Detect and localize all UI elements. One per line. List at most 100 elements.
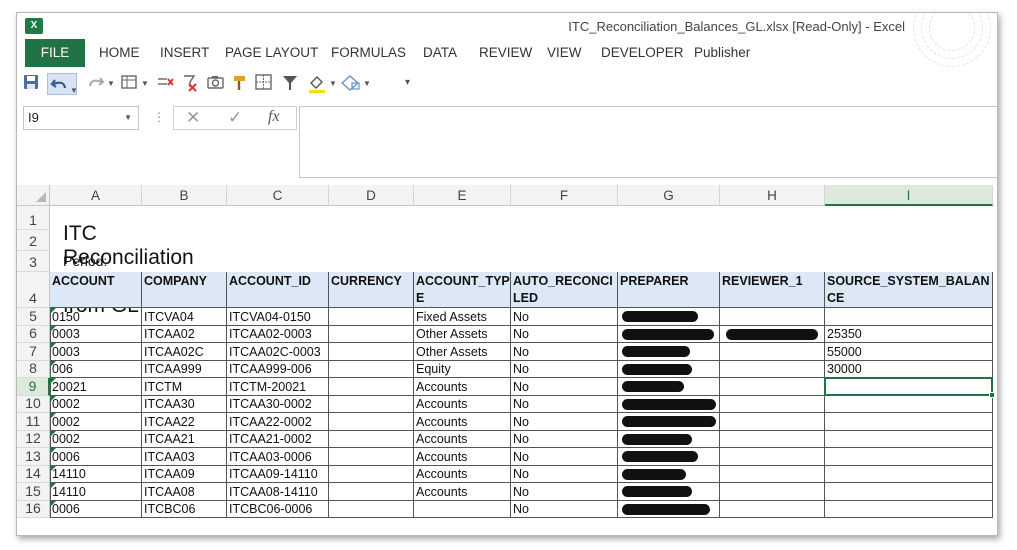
cell-company[interactable]: ITCVA04: [142, 308, 227, 326]
cell-account-id[interactable]: ITCAA22-0002: [227, 413, 329, 431]
shapes-dropdown-icon[interactable]: ▼: [363, 79, 371, 88]
cell-source-system-balance[interactable]: 30000: [825, 361, 993, 378]
row-header-3[interactable]: 3: [17, 251, 50, 272]
row-header-10[interactable]: 10: [17, 395, 50, 413]
cell-auto-reconciled[interactable]: No: [511, 431, 618, 448]
cell-account-type[interactable]: Accounts: [414, 413, 511, 431]
header-cell-preparer[interactable]: PREPARER: [618, 272, 720, 308]
cancel-icon[interactable]: ✕: [186, 108, 200, 128]
cell-account-type[interactable]: [414, 501, 511, 518]
header-cell-account-id[interactable]: ACCOUNT_ID: [227, 272, 329, 308]
row-header-6[interactable]: 6: [17, 325, 50, 343]
row-header-13[interactable]: 13: [17, 448, 50, 466]
clear-filter-icon[interactable]: [181, 74, 199, 94]
cell-account-type[interactable]: Accounts: [414, 483, 511, 501]
select-all-button[interactable]: [17, 185, 50, 206]
cell-auto-reconciled[interactable]: No: [511, 326, 618, 343]
cell-auto-reconciled[interactable]: No: [511, 396, 618, 413]
cell-account-type[interactable]: Equity: [414, 361, 511, 378]
redo-dropdown-icon[interactable]: ▼: [107, 79, 115, 88]
tab-home[interactable]: HOME: [99, 39, 140, 67]
undo-button[interactable]: ▼: [47, 73, 78, 95]
delete-rows-icon[interactable]: [157, 74, 175, 94]
cell-reviewer[interactable]: [720, 378, 825, 396]
row-header-12[interactable]: 12: [17, 430, 50, 448]
cell-reviewer[interactable]: [720, 483, 825, 501]
cell-source-system-balance[interactable]: [825, 396, 993, 413]
tab-file[interactable]: FILE: [25, 39, 85, 67]
formula-bar-resize-handle[interactable]: ⋮: [153, 110, 165, 124]
shapes-icon[interactable]: [340, 74, 361, 94]
cell-company[interactable]: ITCAA999: [142, 361, 227, 378]
column-header-f[interactable]: F: [511, 185, 618, 206]
cell-company[interactable]: ITCAA09: [142, 466, 227, 483]
column-header-h[interactable]: H: [720, 185, 825, 206]
row-header-5[interactable]: 5: [17, 308, 50, 326]
cell-company[interactable]: ITCAA08: [142, 483, 227, 501]
cell-source-system-balance[interactable]: [825, 413, 993, 431]
filter-icon[interactable]: [281, 74, 299, 94]
format-painter-icon[interactable]: [231, 74, 249, 94]
column-header-a[interactable]: A: [50, 185, 142, 206]
camera-icon[interactable]: [207, 74, 225, 94]
cell-company[interactable]: ITCAA02: [142, 326, 227, 343]
row-header-8[interactable]: 8: [17, 360, 50, 378]
cell-account-type[interactable]: Accounts: [414, 448, 511, 466]
cell-account[interactable]: 0003: [50, 343, 142, 361]
fill-color-dropdown-icon[interactable]: ▼: [329, 79, 337, 88]
cell-account-id[interactable]: ITCBC06-0006: [227, 501, 329, 518]
row-header-15[interactable]: 15: [17, 483, 50, 501]
cell-account-type[interactable]: Other Assets: [414, 343, 511, 361]
cell-account-id[interactable]: ITCAA03-0006: [227, 448, 329, 466]
cell-reviewer[interactable]: [720, 413, 825, 431]
name-box[interactable]: I9 ▼: [23, 106, 139, 130]
cell-currency[interactable]: [329, 378, 414, 396]
cell-currency[interactable]: [329, 396, 414, 413]
redo-icon[interactable]: [85, 74, 105, 94]
name-box-dropdown-icon[interactable]: ▼: [124, 107, 132, 129]
cell-currency[interactable]: [329, 361, 414, 378]
enter-icon[interactable]: ✓: [228, 108, 242, 128]
cell-account[interactable]: 0002: [50, 413, 142, 431]
cell-company[interactable]: ITCAA22: [142, 413, 227, 431]
cell-account[interactable]: 0002: [50, 431, 142, 448]
row-header-16[interactable]: 16: [17, 500, 50, 518]
row-header-2[interactable]: 2: [17, 230, 50, 251]
tab-page-layout[interactable]: PAGE LAYOUT: [225, 39, 318, 67]
cell-company[interactable]: ITCBC06: [142, 501, 227, 518]
cell-account-id[interactable]: ITCAA02-0003: [227, 326, 329, 343]
fill-handle[interactable]: [989, 392, 995, 398]
cell-account-id[interactable]: ITCAA08-14110: [227, 483, 329, 501]
column-header-b[interactable]: B: [142, 185, 227, 206]
cell-company[interactable]: ITCTM: [142, 378, 227, 396]
cell-currency[interactable]: [329, 308, 414, 326]
cell-account[interactable]: 20021: [50, 378, 142, 396]
fill-color-icon[interactable]: [307, 74, 327, 94]
cell-currency[interactable]: [329, 431, 414, 448]
format-table-dropdown-icon[interactable]: ▼: [141, 79, 149, 88]
cell-account[interactable]: 14110: [50, 466, 142, 483]
column-header-i[interactable]: I: [825, 185, 993, 206]
cell-source-system-balance[interactable]: [825, 448, 993, 466]
cell-auto-reconciled[interactable]: No: [511, 501, 618, 518]
cell-currency[interactable]: [329, 501, 414, 518]
column-header-c[interactable]: C: [227, 185, 329, 206]
cell-account[interactable]: 006: [50, 361, 142, 378]
row-header-14[interactable]: 14: [17, 465, 50, 483]
cell-source-system-balance[interactable]: [825, 466, 993, 483]
formula-input[interactable]: [299, 106, 997, 178]
row-header-7[interactable]: 7: [17, 343, 50, 361]
cell-account-id[interactable]: ITCVA04-0150: [227, 308, 329, 326]
cell-account-id[interactable]: ITCAA21-0002: [227, 431, 329, 448]
cell-currency[interactable]: [329, 326, 414, 343]
column-header-e[interactable]: E: [414, 185, 511, 206]
cell-company[interactable]: ITCAA21: [142, 431, 227, 448]
header-cell-currency[interactable]: CURRENCY: [329, 272, 414, 308]
header-cell-account[interactable]: ACCOUNT: [50, 272, 142, 308]
cell-reviewer[interactable]: [720, 361, 825, 378]
cell-reviewer[interactable]: [720, 448, 825, 466]
insert-function-icon[interactable]: fx: [268, 108, 280, 126]
borders-icon[interactable]: [255, 74, 273, 94]
header-cell-company[interactable]: COMPANY: [142, 272, 227, 308]
cell-reviewer[interactable]: [720, 431, 825, 448]
